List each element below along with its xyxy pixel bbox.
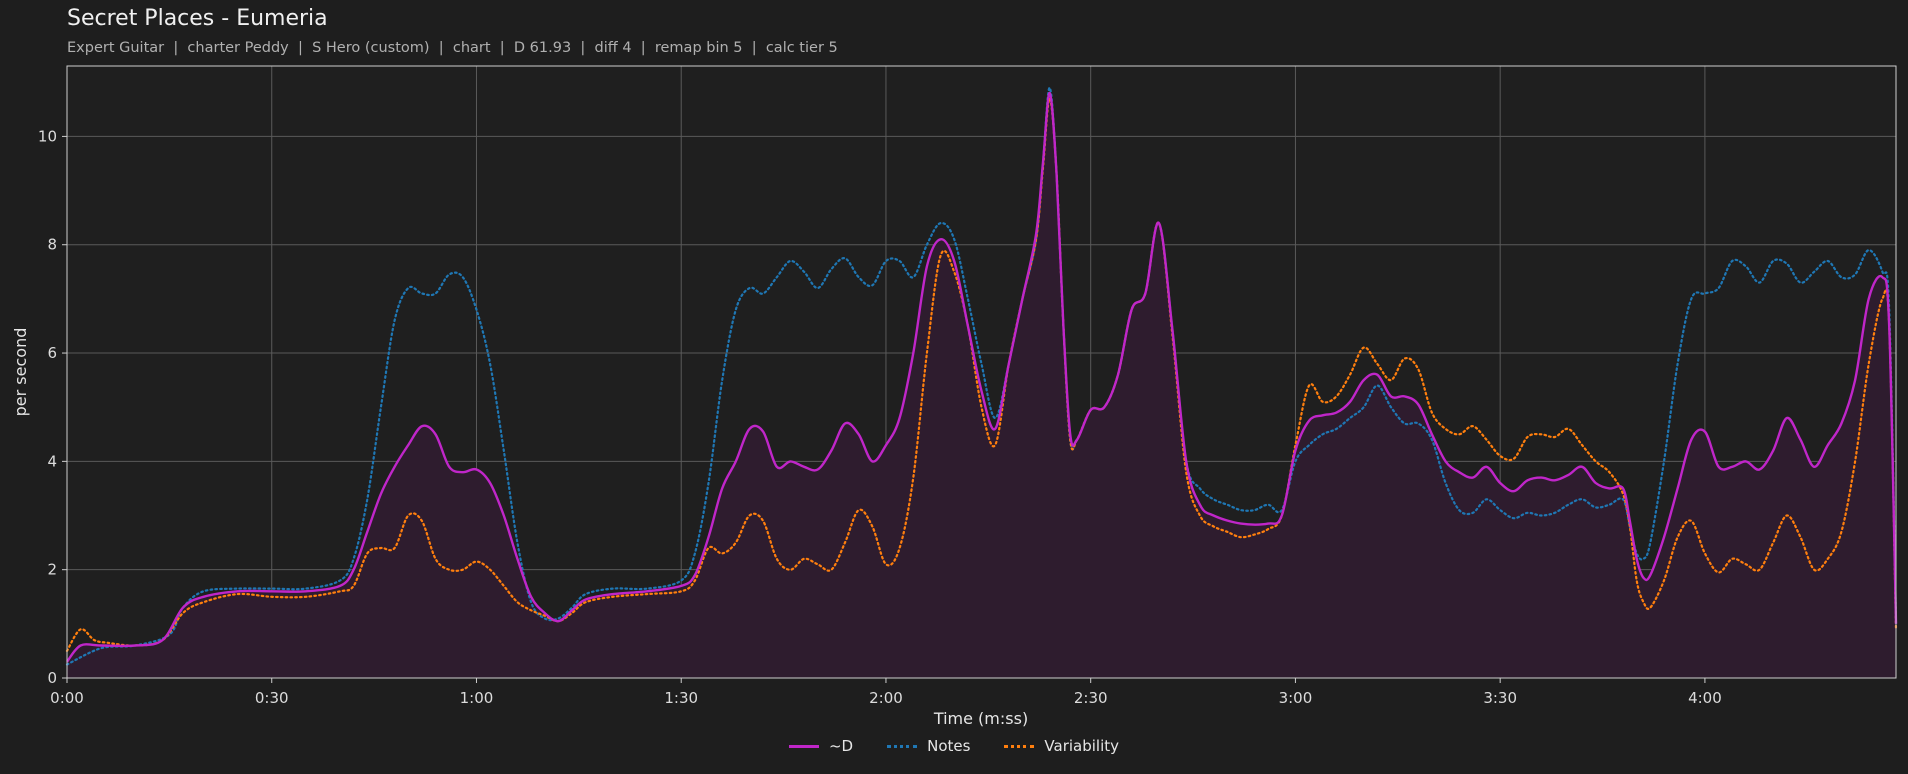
y-tick-label: 4	[47, 452, 57, 470]
x-axis: 0:00 0:30 1:00 1:30 2:00 2:30 3:00 3:30 4:00	[50, 678, 1722, 707]
x-tick-label: 3:30	[1483, 689, 1517, 707]
line-chart: 0:00 0:30 1:00 1:30 2:00 2:30 3:00 3:30 4:00 0 2 4…	[11, 65, 1898, 728]
x-tick-label: 2:00	[869, 689, 903, 707]
legend-item: Variability	[1004, 737, 1119, 755]
legend-label: ~D	[828, 737, 854, 755]
y-tick-label: 0	[47, 669, 57, 687]
legend-swatch	[788, 744, 819, 748]
y-tick-label: 10	[38, 127, 57, 145]
legend-label: Variability	[1044, 737, 1120, 755]
y-tick-label: 2	[47, 561, 57, 579]
x-tick-label: 2:30	[1074, 689, 1108, 707]
legend: ~D Notes Variability	[0, 737, 1908, 755]
x-tick-label: 4:00	[1688, 689, 1722, 707]
x-tick-label: 0:30	[255, 689, 289, 707]
legend-swatch	[1004, 744, 1035, 748]
y-axis: 0 2 4 6 8 10	[38, 127, 67, 687]
x-axis-label: Time (m:ss)	[933, 709, 1028, 728]
legend-swatch	[887, 744, 918, 748]
y-axis-label: per second	[11, 328, 30, 417]
x-tick-label: 0:00	[50, 689, 84, 707]
y-tick-label: 6	[47, 344, 57, 362]
legend-item: ~D	[788, 737, 854, 755]
x-tick-label: 1:30	[664, 689, 698, 707]
y-tick-label: 8	[47, 236, 57, 254]
x-tick-label: 1:00	[460, 689, 494, 707]
x-tick-label: 3:00	[1279, 689, 1313, 707]
legend-item: Notes	[887, 737, 970, 755]
legend-label: Notes	[927, 737, 971, 755]
